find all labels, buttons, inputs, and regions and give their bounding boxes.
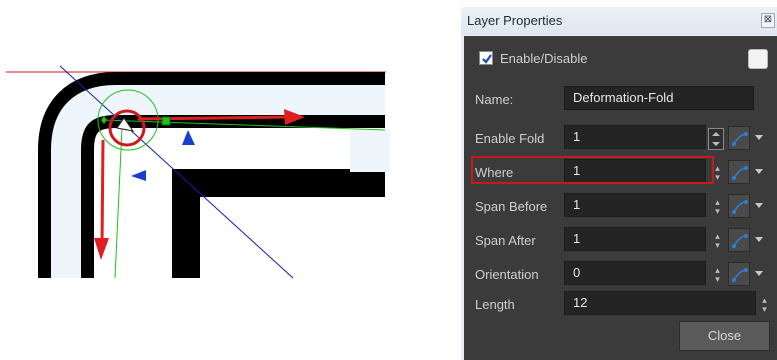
stepper-arrows-icon[interactable]: ▴ ▾ bbox=[713, 266, 722, 284]
close-button[interactable]: Close bbox=[679, 321, 770, 351]
field-label: Orientation bbox=[475, 267, 539, 282]
dropdown-arrow-icon[interactable] bbox=[755, 203, 763, 208]
function-button[interactable] bbox=[728, 262, 750, 286]
dialog-title: Layer Properties bbox=[467, 13, 563, 28]
stepper-arrows-icon[interactable]: ▴ ▾ bbox=[713, 232, 722, 250]
checkmark-icon bbox=[482, 54, 492, 64]
length-input[interactable]: 12 bbox=[564, 291, 756, 315]
arrow-down-icon bbox=[100, 139, 105, 247]
field-label: Length bbox=[475, 297, 515, 312]
field-label: Span Before bbox=[475, 199, 548, 214]
span-after-input[interactable]: 1 bbox=[564, 227, 706, 251]
function-button[interactable] bbox=[728, 228, 750, 252]
function-button[interactable] bbox=[728, 160, 750, 184]
curve-icon bbox=[732, 166, 748, 180]
close-icon[interactable]: ⊠ bbox=[761, 13, 775, 28]
function-button[interactable] bbox=[728, 194, 750, 218]
stepper-box-icon[interactable] bbox=[708, 128, 724, 150]
triangle-marker-left-icon bbox=[131, 170, 146, 181]
arrow-right-icon bbox=[137, 115, 291, 121]
field-label: Span After bbox=[475, 233, 536, 248]
field-span-after: Span After 1 ▴ ▾ bbox=[464, 227, 777, 255]
field-label: Name: bbox=[475, 92, 514, 107]
enable-checkbox[interactable] bbox=[479, 51, 493, 65]
orientation-input[interactable]: 0 bbox=[564, 261, 706, 285]
enable-label: Enable/Disable bbox=[500, 51, 588, 66]
dropdown-arrow-icon[interactable] bbox=[755, 237, 763, 242]
stepper-arrows-icon[interactable]: ▴ ▾ bbox=[713, 198, 722, 216]
dropdown-arrow-icon[interactable] bbox=[755, 135, 763, 140]
curve-icon bbox=[732, 234, 748, 248]
field-span-before: Span Before 1 ▴ ▾ bbox=[464, 193, 777, 221]
curve-icon bbox=[732, 132, 748, 146]
enable-fold-input[interactable]: 1 bbox=[564, 125, 706, 149]
deformation-illustration bbox=[6, 65, 390, 279]
properties-panel: Enable/Disable Name: Deformation-Fold En… bbox=[464, 36, 777, 360]
green-guide-left bbox=[114, 127, 123, 279]
triangle-marker-icon bbox=[182, 130, 195, 145]
highlight-box bbox=[471, 156, 714, 184]
field-enable-fold: Enable Fold 1 bbox=[464, 125, 777, 153]
field-label: Enable Fold bbox=[475, 131, 545, 146]
layer-properties-dialog: Layer Properties ⊠ Enable/Disable Name: … bbox=[461, 7, 777, 360]
function-button[interactable] bbox=[728, 126, 750, 150]
field-length: Length 12 ▴ ▾ bbox=[464, 291, 777, 319]
curve-icon bbox=[732, 268, 748, 282]
stepper-arrows-icon[interactable]: ▴ ▾ bbox=[760, 296, 769, 314]
field-orientation: Orientation 0 ▴ ▾ bbox=[464, 261, 777, 289]
dropdown-arrow-icon[interactable] bbox=[755, 169, 763, 174]
dialog-titlebar: Layer Properties ⊠ bbox=[461, 7, 777, 35]
span-before-input[interactable]: 1 bbox=[564, 193, 706, 217]
color-swatch[interactable] bbox=[748, 49, 768, 69]
field-name: Name: Deformation-Fold bbox=[464, 86, 777, 114]
stepper-arrows-icon[interactable]: ▴ ▾ bbox=[713, 164, 722, 182]
inner-edge bbox=[172, 169, 385, 278]
curve-icon bbox=[732, 200, 748, 214]
dropdown-arrow-icon[interactable] bbox=[755, 271, 763, 276]
name-input[interactable]: Deformation-Fold bbox=[564, 86, 754, 110]
green-handle bbox=[161, 116, 171, 126]
